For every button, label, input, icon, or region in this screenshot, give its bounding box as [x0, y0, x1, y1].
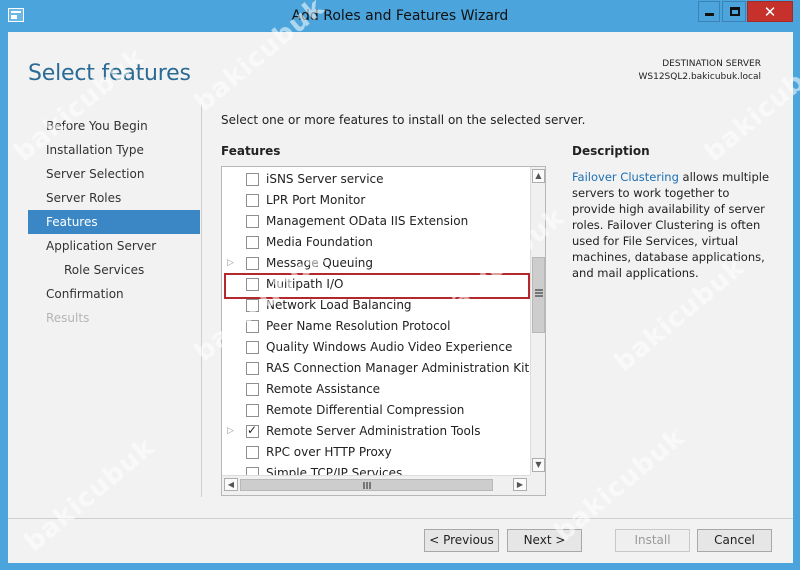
horizontal-scrollbar[interactable]: ◀ ▶ [222, 475, 530, 495]
next-button[interactable]: Next > [507, 529, 582, 552]
title-bar[interactable]: Add Roles and Features Wizard ✕ [0, 0, 800, 32]
feature-row[interactable]: iSNS Server service [222, 169, 530, 190]
feature-label: Remote Server Administration Tools [266, 424, 481, 438]
nav-divider [201, 104, 202, 497]
expand-icon[interactable]: ▷ [227, 425, 235, 437]
feature-checkbox[interactable] [246, 362, 259, 375]
expand-icon[interactable]: ▷ [227, 257, 235, 269]
page-title: Select features [28, 61, 191, 86]
destination-server-label: DESTINATION SERVER [662, 59, 761, 69]
vertical-scroll-thumb[interactable] [532, 257, 545, 333]
scroll-up-icon[interactable]: ▲ [532, 169, 545, 183]
features-rows: iSNS Server service LPR Port Monitor Manag… [222, 169, 530, 475]
nav-item-application-server[interactable]: Application Server [28, 234, 200, 258]
footer-divider [8, 518, 793, 519]
feature-row[interactable]: RAS Connection Manager Administration Ki… [222, 358, 530, 379]
feature-checkbox[interactable] [246, 467, 259, 475]
feature-label: Peer Name Resolution Protocol [266, 319, 451, 333]
feature-checkbox[interactable] [246, 383, 259, 396]
nav-item-role-services[interactable]: Role Services [28, 258, 200, 282]
instruction-text: Select one or more features to install o… [221, 113, 586, 127]
features-list[interactable]: iSNS Server service LPR Port Monitor Manag… [221, 166, 546, 496]
feature-label: Management OData IIS Extension [266, 214, 469, 228]
features-heading: Features [221, 144, 281, 158]
feature-checkbox[interactable] [246, 257, 259, 270]
feature-row[interactable]: ▷ Message Queuing [222, 253, 530, 274]
feature-checkbox[interactable] [246, 299, 259, 312]
previous-button[interactable]: < Previous [424, 529, 499, 552]
feature-row[interactable]: Management OData IIS Extension [222, 211, 530, 232]
feature-label: Simple TCP/IP Services [266, 466, 403, 475]
wizard-body: Select features DESTINATION SERVER WS12S… [8, 32, 793, 563]
close-button[interactable]: ✕ [747, 1, 793, 22]
feature-label: LPR Port Monitor [266, 193, 366, 207]
minimize-button[interactable] [698, 1, 720, 22]
feature-label: Quality Windows Audio Video Experience [266, 340, 513, 354]
nav-item-server-selection[interactable]: Server Selection [28, 162, 200, 186]
feature-row[interactable]: RPC over HTTP Proxy [222, 442, 530, 463]
feature-label: RPC over HTTP Proxy [266, 445, 392, 459]
grip-icon [535, 289, 543, 297]
feature-row[interactable]: Peer Name Resolution Protocol [222, 316, 530, 337]
feature-checkbox[interactable] [246, 320, 259, 333]
maximize-button[interactable] [722, 1, 746, 22]
feature-row[interactable]: Remote Differential Compression [222, 400, 530, 421]
scroll-right-icon[interactable]: ▶ [513, 478, 527, 491]
feature-checkbox[interactable] [246, 341, 259, 354]
nav-item-installation-type[interactable]: Installation Type [28, 138, 200, 162]
feature-checkbox[interactable] [246, 173, 259, 186]
vertical-scrollbar[interactable]: ▲ ▼ [530, 167, 545, 475]
description-body: allows multiple servers to work together… [572, 170, 770, 280]
description-heading: Description [572, 144, 650, 158]
scrollbar-corner [530, 475, 545, 495]
feature-checkbox[interactable] [246, 236, 259, 249]
feature-label: Multipath I/O [266, 277, 344, 291]
minimize-icon [705, 13, 714, 16]
feature-checkbox[interactable] [246, 404, 259, 417]
nav-item-results: Results [46, 311, 90, 325]
feature-row[interactable]: ▷ Remote Server Administration Tools [222, 421, 530, 442]
wizard-nav: Before You Begin Installation Type Server … [28, 114, 200, 330]
feature-label: Message Queuing [266, 256, 374, 270]
feature-row[interactable]: Remote Assistance [222, 379, 530, 400]
description-text: Failover Clustering allows multiple serv… [572, 169, 772, 281]
description-feature-link[interactable]: Failover Clustering [572, 170, 679, 184]
nav-item-features[interactable]: Features [28, 210, 200, 234]
scroll-left-icon[interactable]: ◀ [224, 478, 238, 491]
feature-label: Remote Assistance [266, 382, 381, 396]
feature-label: Remote Differential Compression [266, 403, 465, 417]
feature-row[interactable]: Quality Windows Audio Video Experience [222, 337, 530, 358]
nav-item-server-roles[interactable]: Server Roles [28, 186, 200, 210]
feature-row[interactable]: Network Load Balancing [222, 295, 530, 316]
grip-icon [363, 482, 371, 489]
horizontal-scroll-thumb[interactable] [240, 479, 493, 491]
install-button[interactable]: Install [615, 529, 690, 552]
feature-label: Network Load Balancing [266, 298, 412, 312]
cancel-button[interactable]: Cancel [697, 529, 772, 552]
feature-row[interactable]: Media Foundation [222, 232, 530, 253]
feature-row[interactable]: Multipath I/O [222, 273, 530, 299]
close-icon: ✕ [763, 3, 777, 21]
feature-checkbox[interactable] [246, 446, 259, 459]
feature-label: Media Foundation [266, 235, 373, 249]
scroll-down-icon[interactable]: ▼ [532, 458, 545, 472]
feature-label: iSNS Server service [266, 172, 384, 186]
feature-label: RAS Connection Manager Administration Ki… [266, 361, 530, 375]
feature-checkbox[interactable] [246, 278, 259, 291]
nav-item-before-you-begin[interactable]: Before You Begin [28, 114, 200, 138]
feature-row[interactable]: LPR Port Monitor [222, 190, 530, 211]
maximize-icon [730, 7, 740, 16]
wizard-window: Add Roles and Features Wizard ✕ Select f… [0, 0, 800, 570]
feature-checkbox[interactable] [246, 215, 259, 228]
destination-server-name: WS12SQL2.bakicubuk.local [638, 72, 761, 82]
feature-checkbox[interactable] [246, 423, 259, 438]
window-title: Add Roles and Features Wizard [291, 8, 509, 24]
wizard-header: Select features DESTINATION SERVER WS12S… [8, 32, 793, 102]
feature-checkbox[interactable] [246, 194, 259, 207]
feature-row[interactable]: Simple TCP/IP Services [222, 463, 530, 475]
nav-item-confirmation[interactable]: Confirmation [28, 282, 200, 306]
